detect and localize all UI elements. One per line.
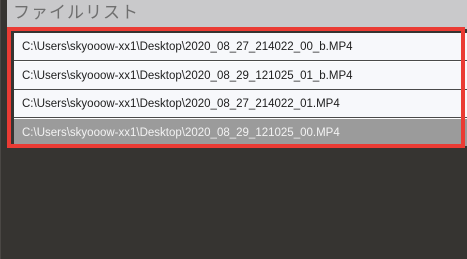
file-path-label: C:\Users\skyooow-xx1\Desktop\2020_08_29_… (22, 126, 340, 139)
file-path-label: C:\Users\skyooow-xx1\Desktop\2020_08_27_… (22, 40, 353, 53)
file-list-item-selected[interactable]: C:\Users\skyooow-xx1\Desktop\2020_08_29_… (14, 119, 467, 146)
file-path-label: C:\Users\skyooow-xx1\Desktop\2020_08_29_… (22, 69, 353, 82)
file-list-item[interactable]: C:\Users\skyooow-xx1\Desktop\2020_08_27_… (14, 33, 467, 61)
file-list-item[interactable]: C:\Users\skyooow-xx1\Desktop\2020_08_29_… (14, 62, 467, 90)
file-path-label: C:\Users\skyooow-xx1\Desktop\2020_08_27_… (22, 97, 340, 110)
file-list-panel: ファイルリスト C:\Users\skyooow-xx1\Desktop\202… (0, 0, 467, 259)
file-list-header: ファイルリスト (7, 0, 467, 29)
file-list-item[interactable]: C:\Users\skyooow-xx1\Desktop\2020_08_27_… (14, 90, 467, 118)
file-list: C:\Users\skyooow-xx1\Desktop\2020_08_27_… (14, 33, 467, 146)
file-list-title: ファイルリスト (13, 3, 139, 23)
